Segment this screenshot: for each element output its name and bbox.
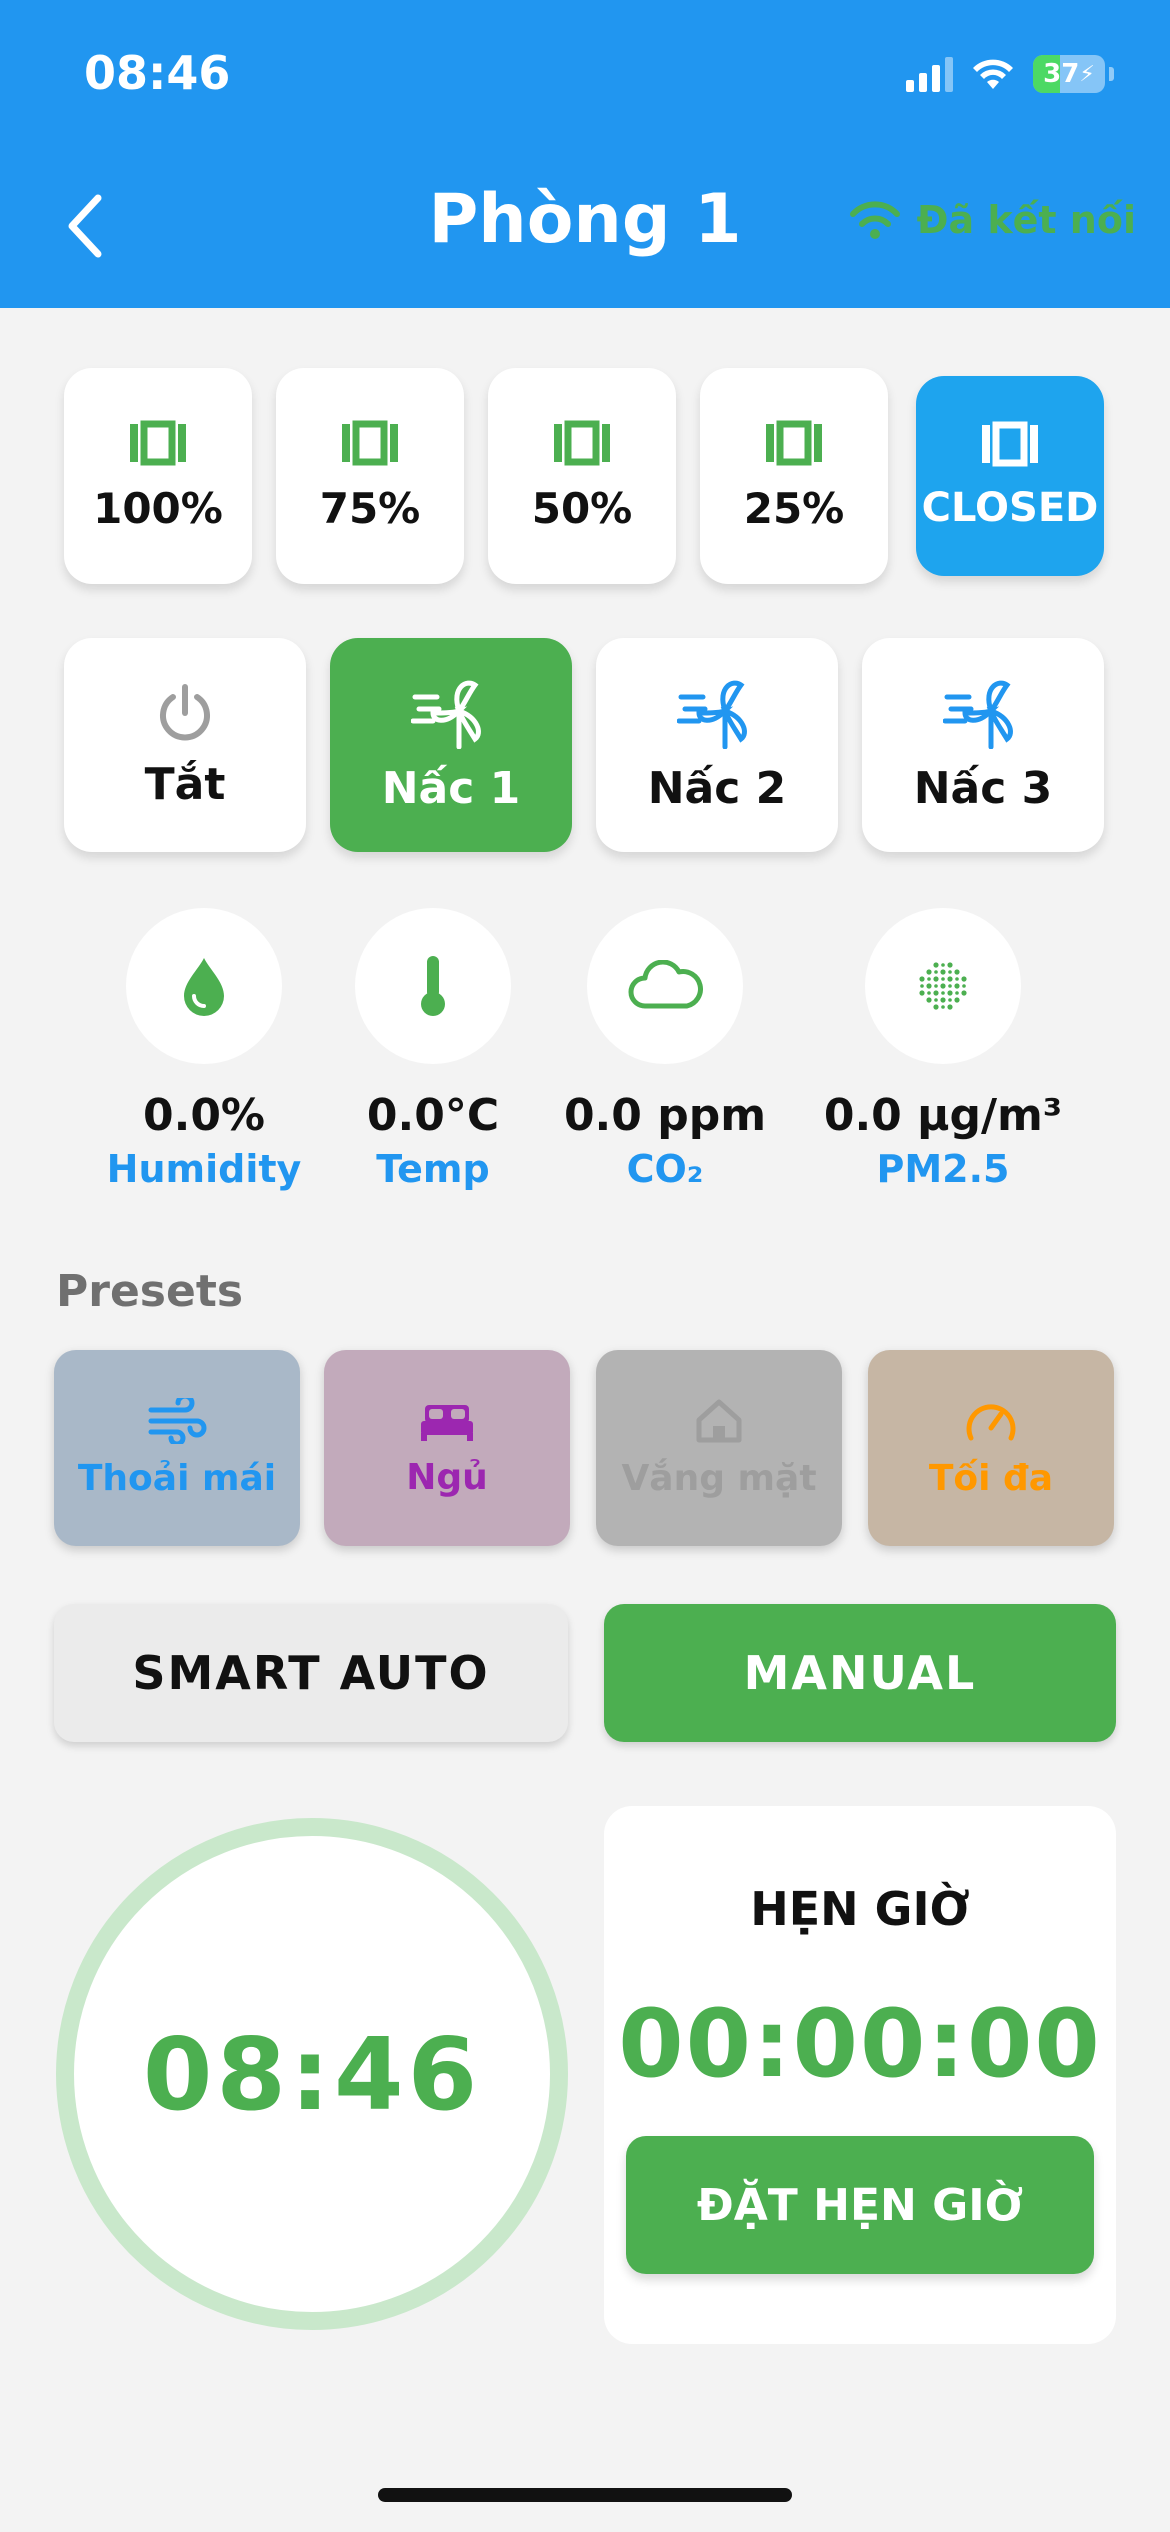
home-indicator xyxy=(378,2488,792,2502)
fan-icon xyxy=(677,680,747,749)
gauge-icon xyxy=(966,1403,1016,1440)
fan-level-3-button[interactable]: Nấc 3 xyxy=(862,638,1104,852)
power-icon xyxy=(160,683,210,740)
fan-off-button[interactable]: Tắt xyxy=(64,638,306,852)
presets-title: Presets xyxy=(56,1266,244,1317)
curtain-closed-button[interactable]: CLOSED xyxy=(916,376,1104,576)
bed-icon xyxy=(421,1404,473,1441)
thermometer-icon xyxy=(421,956,445,1016)
sensor-icon-circle xyxy=(126,908,282,1064)
fan-speed-row: Tắt Nấc 1 Nấc 2 Nấc 3 xyxy=(64,638,1104,852)
fan-level-1-button[interactable]: Nấc 1 xyxy=(330,638,572,852)
curtain-label: 75% xyxy=(319,483,421,533)
battery-icon: 37 ⚡ xyxy=(1033,55,1105,93)
fan-label: Tắt xyxy=(144,758,226,810)
app-header: 08:46 37 ⚡ Phòng 1 Đã kết nối xyxy=(0,0,1170,308)
sensor-icon-circle xyxy=(355,908,511,1064)
curtain-icon xyxy=(342,420,398,465)
wifi-icon xyxy=(849,201,900,239)
sensor-icon-circle xyxy=(865,908,1021,1064)
cellular-signal-icon xyxy=(906,56,953,92)
preset-sleep-button[interactable]: Ngủ xyxy=(324,1350,570,1546)
curtain-icon xyxy=(554,420,610,465)
particles-icon xyxy=(919,962,967,1010)
curtain-icon xyxy=(130,420,186,465)
curtain-icon xyxy=(982,421,1038,467)
status-time: 08:46 xyxy=(84,46,231,100)
sensor-icon-circle xyxy=(587,908,743,1064)
preset-label: Thoải mái xyxy=(77,1457,277,1499)
co2-value: 0.0 ppm xyxy=(563,1090,767,1141)
co2-label: CO₂ xyxy=(626,1147,704,1191)
manual-button[interactable]: MANUAL xyxy=(604,1604,1116,1742)
cloud-icon xyxy=(628,960,703,1009)
curtain-50-button[interactable]: 50% xyxy=(488,368,676,584)
fan-label: Nấc 3 xyxy=(913,762,1053,814)
fan-label: Nấc 1 xyxy=(381,762,521,814)
timer-value: 00:00:00 xyxy=(618,1990,1102,2099)
curtain-100-button[interactable]: 100% xyxy=(64,368,252,584)
preset-away-button[interactable]: Vắng mặt xyxy=(596,1350,842,1546)
humidity-label: Humidity xyxy=(106,1147,302,1191)
sensor-co2: 0.0 ppm CO₂ xyxy=(535,908,795,1191)
connection-label: Đã kết nối xyxy=(916,198,1136,242)
pm25-label: PM2.5 xyxy=(876,1147,1010,1191)
status-icons: 37 ⚡ xyxy=(906,52,1114,96)
set-timer-button[interactable]: ĐẶT HẸN GIỜ xyxy=(626,2136,1094,2274)
preset-label: Ngủ xyxy=(406,1456,488,1498)
wifi-icon xyxy=(973,59,1013,89)
fan-level-2-button[interactable]: Nấc 2 xyxy=(596,638,838,852)
timer-card: HẸN GIỜ 00:00:00 ĐẶT HẸN GIỜ xyxy=(604,1806,1116,2344)
sensor-humidity: 0.0% Humidity xyxy=(74,908,334,1191)
temp-label: Temp xyxy=(376,1147,490,1191)
timer-title: HẸN GIỜ xyxy=(750,1882,970,1936)
battery-percent: 37 xyxy=(1043,59,1080,89)
fan-icon xyxy=(411,680,481,749)
curtain-25-button[interactable]: 25% xyxy=(700,368,888,584)
connection-status: Đã kết nối xyxy=(849,198,1136,242)
curtain-level-row: 100% 75% 50% 25% CLOSED xyxy=(64,368,1104,584)
preset-comfort-button[interactable]: Thoải mái xyxy=(54,1350,300,1546)
clock-display: 08:46 xyxy=(56,1818,568,2330)
fan-icon xyxy=(943,680,1013,749)
preset-label: Tối đa xyxy=(928,1457,1054,1499)
pm25-value: 0.0 µg/m³ xyxy=(823,1090,1063,1141)
sensor-pm25: 0.0 µg/m³ PM2.5 xyxy=(813,908,1073,1191)
home-icon xyxy=(696,1399,742,1442)
wind-icon xyxy=(148,1397,207,1444)
droplet-icon xyxy=(184,958,224,1016)
temp-value: 0.0°C xyxy=(366,1090,500,1141)
humidity-value: 0.0% xyxy=(142,1090,266,1141)
clock-time: 08:46 xyxy=(142,2015,482,2133)
curtain-label: CLOSED xyxy=(921,485,1099,531)
curtain-label: 100% xyxy=(93,483,223,533)
preset-max-button[interactable]: Tối đa xyxy=(868,1350,1114,1546)
curtain-icon xyxy=(766,420,822,465)
fan-label: Nấc 2 xyxy=(647,762,787,814)
smart-auto-button[interactable]: SMART AUTO xyxy=(54,1604,568,1742)
curtain-label: 50% xyxy=(531,483,633,533)
curtain-label: 25% xyxy=(743,483,845,533)
curtain-75-button[interactable]: 75% xyxy=(276,368,464,584)
preset-label: Vắng mặt xyxy=(621,1457,817,1499)
sensor-temp: 0.0°C Temp xyxy=(303,908,563,1191)
